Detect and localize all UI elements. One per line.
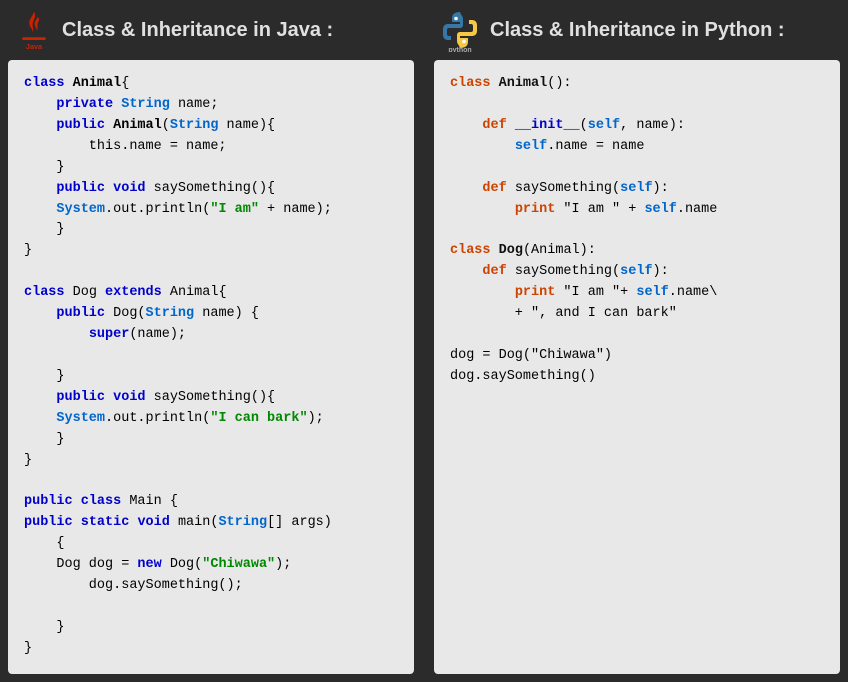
svg-text:Java: Java <box>26 42 43 50</box>
content-row: class Animal{ private String name; publi… <box>0 60 848 682</box>
java-code-panel: class Animal{ private String name; publi… <box>8 60 414 674</box>
java-icon: Java <box>16 10 52 50</box>
panel-divider <box>422 60 426 674</box>
python-icon: python <box>440 10 480 50</box>
header-row: Java Class & Inheritance in Java : pytho… <box>0 0 848 60</box>
python-header: python Class & Inheritance in Python : <box>424 0 848 60</box>
java-code-block: class Animal{ private String name; publi… <box>24 74 398 660</box>
java-title: Class & Inheritance in Java : <box>62 19 333 42</box>
python-code-panel: class Animal(): def __init__(self, name)… <box>434 60 840 674</box>
python-title: Class & Inheritance in Python : <box>490 19 785 42</box>
java-header: Java Class & Inheritance in Java : <box>0 0 424 60</box>
svg-text:python: python <box>448 47 471 52</box>
python-code-block: class Animal(): def __init__(self, name)… <box>450 74 824 388</box>
